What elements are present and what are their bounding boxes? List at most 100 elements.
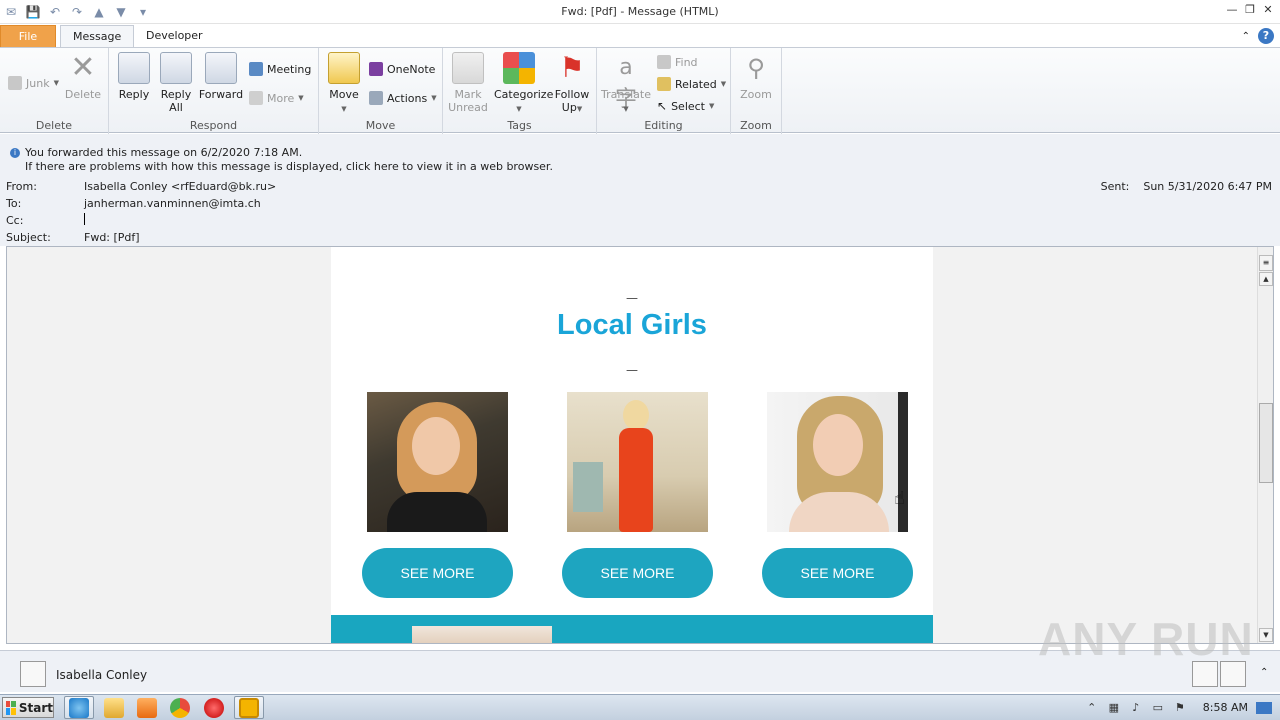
related-icon <box>657 77 671 91</box>
related-button[interactable]: Related ▼ <box>657 75 726 93</box>
split-grip-icon[interactable]: ≡ <box>1259 255 1273 271</box>
help-icon[interactable]: ? <box>1258 28 1274 44</box>
email-heading: Local Girls <box>557 309 707 341</box>
tab-message[interactable]: Message <box>60 25 135 48</box>
volume-icon[interactable]: ♪ <box>1129 701 1143 715</box>
clock[interactable]: 8:58 AM <box>1203 701 1248 714</box>
heading-divider-bottom: — <box>626 363 638 377</box>
expand-people-pane-icon[interactable]: ⌃ <box>1260 667 1268 678</box>
window-title: Fwd: [Pdf] - Message (HTML) <box>561 5 719 18</box>
to-label: To: <box>6 197 22 210</box>
onenote-icon <box>369 62 383 76</box>
chrome-icon[interactable] <box>170 698 190 718</box>
delete-button[interactable]: ✕ Delete <box>58 50 108 102</box>
restore-icon[interactable]: ❐ <box>1242 2 1258 18</box>
show-desktop-icon[interactable] <box>1256 701 1272 714</box>
binoculars-icon <box>657 55 671 69</box>
opera-icon[interactable] <box>204 698 224 718</box>
action-center-flag-icon[interactable]: ⚑ <box>1173 701 1187 715</box>
collapse-ribbon-icon[interactable]: ⌃ <box>1242 31 1250 42</box>
reply-all-button[interactable]: Reply All <box>151 52 201 114</box>
group-label-delete: Delete <box>35 119 73 132</box>
group-label-tags: Tags <box>507 119 532 132</box>
scroll-down-button[interactable]: ▼ <box>1259 628 1273 642</box>
reply-icon <box>118 52 150 84</box>
network-icon[interactable]: ▦ <box>1107 701 1121 715</box>
actions-icon <box>369 91 383 105</box>
from-label: From: <box>6 180 37 193</box>
profile-photo-4[interactable] <box>412 626 552 643</box>
teal-band <box>331 615 933 643</box>
delete-x-icon: ✕ <box>70 50 96 85</box>
sent-info: Sent: Sun 5/31/2020 6:47 PM <box>1101 180 1272 193</box>
media-player-icon[interactable] <box>137 698 157 718</box>
subject-value: Fwd: [Pdf] <box>84 231 140 244</box>
minimize-icon[interactable]: — <box>1224 2 1240 18</box>
info-icon: i <box>10 148 20 158</box>
more-button[interactable]: More ▼ <box>249 89 304 107</box>
reply-all-icon <box>160 52 192 84</box>
scroll-up-button[interactable]: ▲ <box>1259 272 1273 286</box>
translate-button[interactable]: a字 Translate ▼ <box>601 52 651 116</box>
explorer-folder-icon[interactable] <box>104 698 124 718</box>
view-in-browser-notice[interactable]: If there are problems with how this mess… <box>25 160 553 173</box>
junk-button[interactable]: Junk ▼ <box>8 74 59 92</box>
meeting-button[interactable]: Meeting <box>249 60 311 78</box>
ribbon-group-editing: a字 Translate ▼ Find Related ▼ ↖ Select ▼ Ed… <box>597 48 731 134</box>
from-value[interactable]: Isabella Conley <rfEduard@bk.ru> <box>84 180 276 193</box>
onenote-button[interactable]: OneNote <box>369 60 435 78</box>
zoom-button[interactable]: ⚲ Zoom <box>731 52 781 101</box>
junk-icon <box>8 76 22 90</box>
see-more-button-3[interactable]: SEE MORE <box>762 548 913 598</box>
vertical-scrollbar[interactable]: ≡ ▲ ▼ <box>1257 247 1273 643</box>
sent-value: Sun 5/31/2020 6:47 PM <box>1143 180 1272 193</box>
sent-label: Sent: <box>1100 180 1130 193</box>
sender-avatar[interactable] <box>20 661 46 687</box>
display-icon[interactable]: ▭ <box>1151 701 1165 715</box>
see-more-button-2[interactable]: SEE MORE <box>562 548 713 598</box>
profile-photo-3[interactable] <box>767 392 908 532</box>
internet-explorer-icon <box>69 698 89 718</box>
taskbar-outlook[interactable] <box>234 696 264 719</box>
tab-developer[interactable]: Developer <box>134 25 215 48</box>
profile-photo-2[interactable] <box>567 392 708 532</box>
email-content: — Local Girls — SEE MORE SEE MORE SEE MO… <box>331 247 933 643</box>
taskbar-ie[interactable] <box>64 696 94 719</box>
message-body[interactable]: — Local Girls — SEE MORE SEE MORE SEE MO… <box>6 246 1274 644</box>
tray-expand-icon[interactable]: ⌃ <box>1085 701 1099 715</box>
select-button[interactable]: ↖ Select ▼ <box>657 97 714 115</box>
ribbon: Junk ▼ ✕ Delete Delete Reply Reply All Fo… <box>0 47 1280 134</box>
categorize-button[interactable]: Categorize ▼ <box>494 52 553 116</box>
see-more-button-1[interactable]: SEE MORE <box>362 548 513 598</box>
ribbon-group-move: Move ▼ OneNote Actions ▼ Move <box>319 48 443 134</box>
actions-button[interactable]: Actions ▼ <box>369 89 437 107</box>
outlook-icon <box>239 698 259 718</box>
heading-divider-top: — <box>626 291 638 305</box>
group-label-editing: Editing <box>644 119 683 132</box>
forward-button[interactable]: Forward <box>196 52 246 101</box>
forward-icon <box>205 52 237 84</box>
windows-logo-icon <box>6 700 16 715</box>
find-button[interactable]: Find <box>657 53 698 71</box>
close-icon[interactable]: ✕ <box>1260 2 1276 18</box>
scroll-thumb[interactable] <box>1259 403 1273 483</box>
start-button[interactable]: Start <box>2 697 54 718</box>
profile-card-2: SEE MORE <box>562 392 713 598</box>
ribbon-group-zoom: ⚲ Zoom Zoom <box>731 48 782 134</box>
profile-photo-1[interactable] <box>367 392 508 532</box>
ribbon-group-tags: Mark Unread Categorize ▼ ⚑ Follow Up▼ Tag… <box>443 48 597 134</box>
forwarded-notice: i You forwarded this message on 6/2/2020 … <box>10 146 302 159</box>
move-folder-icon <box>328 52 360 84</box>
system-tray: ⌃ ▦ ♪ ▭ ⚑ 8:58 AM <box>1085 695 1280 720</box>
follow-up-button[interactable]: ⚑ Follow Up▼ <box>547 52 597 116</box>
hand-cursor-icon: ☝ <box>894 488 905 509</box>
tab-file[interactable]: File <box>0 25 56 48</box>
watermark: ANY RUN <box>1038 613 1254 665</box>
to-value[interactable]: janherman.vanminnen@imta.ch <box>84 197 261 210</box>
more-icon <box>249 91 263 105</box>
profile-card-1: SEE MORE <box>362 392 513 598</box>
people-pane-name[interactable]: Isabella Conley <box>56 668 147 682</box>
move-button[interactable]: Move ▼ <box>319 52 369 116</box>
mark-unread-button[interactable]: Mark Unread <box>443 52 493 114</box>
calendar-icon <box>249 62 263 76</box>
